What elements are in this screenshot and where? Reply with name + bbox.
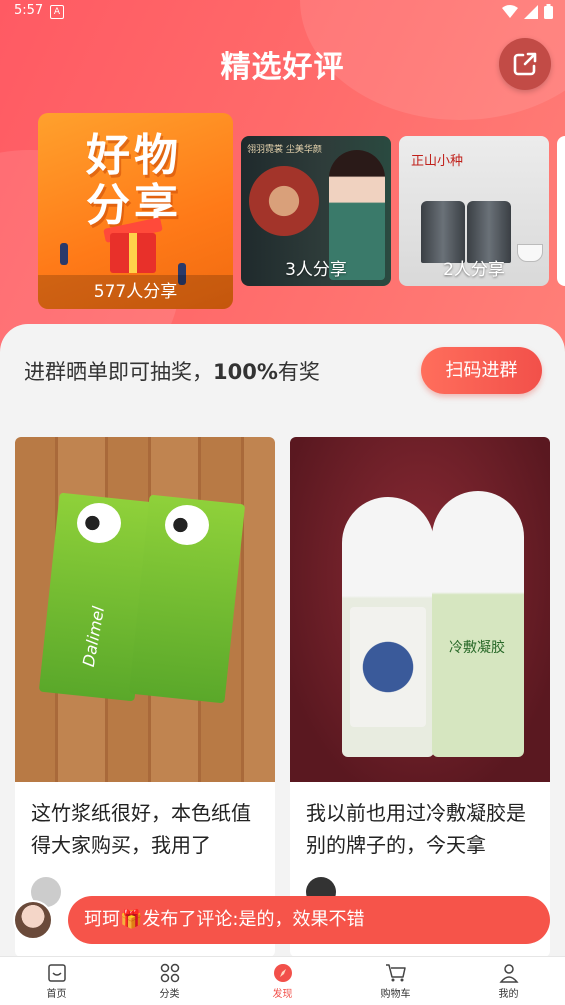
battery-icon xyxy=(544,4,553,19)
tab-label: 分类 xyxy=(159,988,180,1000)
status-bar: 5:57 A xyxy=(0,0,565,24)
tea-banner-text: 正山小种 xyxy=(411,154,464,169)
promo-text-bold: 100% xyxy=(213,360,278,384)
promo-text-suffix: 有奖 xyxy=(277,360,320,384)
tea-tin-image xyxy=(467,201,511,263)
tea-tin-image xyxy=(421,201,465,263)
review-card[interactable]: Dalimel 这竹浆纸很好，本色纸值得大家购买，我用了 xyxy=(15,437,275,957)
comment-notification[interactable]: 珂珂🎁发布了评论:是的，效果不错 xyxy=(68,896,550,944)
tab-label: 我的 xyxy=(498,988,519,1000)
panda-logo xyxy=(77,503,121,543)
compass-icon xyxy=(273,963,292,982)
notification-app-icon: A xyxy=(50,5,64,19)
review-image: Dalimel xyxy=(15,437,275,782)
promo-text: 进群晒单即可抽奖，100%有奖 xyxy=(24,356,320,386)
share-icon xyxy=(513,52,537,76)
tab-profile[interactable]: 我的 xyxy=(452,957,565,1005)
wifi-icon xyxy=(502,4,518,18)
tab-cart[interactable]: 购物车 xyxy=(339,957,452,1005)
review-image: 冷敷凝胶 xyxy=(290,437,550,782)
promo-text-prefix: 进群晒单即可抽奖， xyxy=(24,360,213,384)
bottle-label-art xyxy=(350,607,426,727)
signal-icon xyxy=(524,4,538,19)
share-card-featured[interactable]: 好物 分享 577人分享 xyxy=(38,113,233,309)
share-button[interactable] xyxy=(499,38,551,90)
share-card-tea[interactable]: 正山小种 2人分享 xyxy=(399,136,549,286)
cart-icon xyxy=(385,963,406,981)
bottom-tab-bar: 首页 分类 发现 购物车 我的 xyxy=(0,956,565,1005)
compact-powder-image xyxy=(249,166,319,236)
profile-icon xyxy=(498,963,519,983)
review-text: 这竹浆纸很好，本色纸值得大家购买，我用了 xyxy=(31,801,251,857)
status-time: 5:57 xyxy=(14,3,44,18)
tab-home[interactable]: 首页 xyxy=(0,957,113,1005)
share-card-cosmetics[interactable]: 翎羽霓裳 尘美华颜 3人分享 xyxy=(241,136,391,286)
status-icons xyxy=(502,4,553,19)
notification-avatar xyxy=(13,900,53,940)
tab-label: 发现 xyxy=(272,988,293,1000)
cosmetics-banner-text: 翎羽霓裳 尘美华颜 xyxy=(247,145,322,155)
review-card[interactable]: 冷敷凝胶 我以前也用过冷敷凝胶是别的牌子的，今天拿 xyxy=(290,437,550,957)
scan-join-group-button[interactable]: 扫码进群 xyxy=(421,347,542,394)
tab-label: 首页 xyxy=(46,988,67,1000)
tab-label: 购物车 xyxy=(380,988,411,1000)
figure-decoration xyxy=(60,243,68,265)
featured-card-title: 好物 分享 xyxy=(86,130,182,231)
category-icon xyxy=(160,963,179,982)
tab-discover[interactable]: 发现 xyxy=(226,957,339,1005)
bottle-image xyxy=(432,491,524,757)
share-card-caption: 2人分享 xyxy=(443,260,505,280)
gift-box-decoration xyxy=(110,233,156,273)
page-title: 精选好评 xyxy=(220,50,345,85)
share-card-caption: 3人分享 xyxy=(285,260,347,280)
bottle-label-text: 冷敷凝胶 xyxy=(449,640,505,656)
share-card-partial[interactable] xyxy=(557,136,565,286)
review-text: 我以前也用过冷敷凝胶是别的牌子的，今天拿 xyxy=(306,801,526,857)
tab-category[interactable]: 分类 xyxy=(113,957,226,1005)
home-icon xyxy=(47,963,66,982)
panda-logo xyxy=(165,505,209,545)
share-card-caption: 577人分享 xyxy=(38,275,233,309)
